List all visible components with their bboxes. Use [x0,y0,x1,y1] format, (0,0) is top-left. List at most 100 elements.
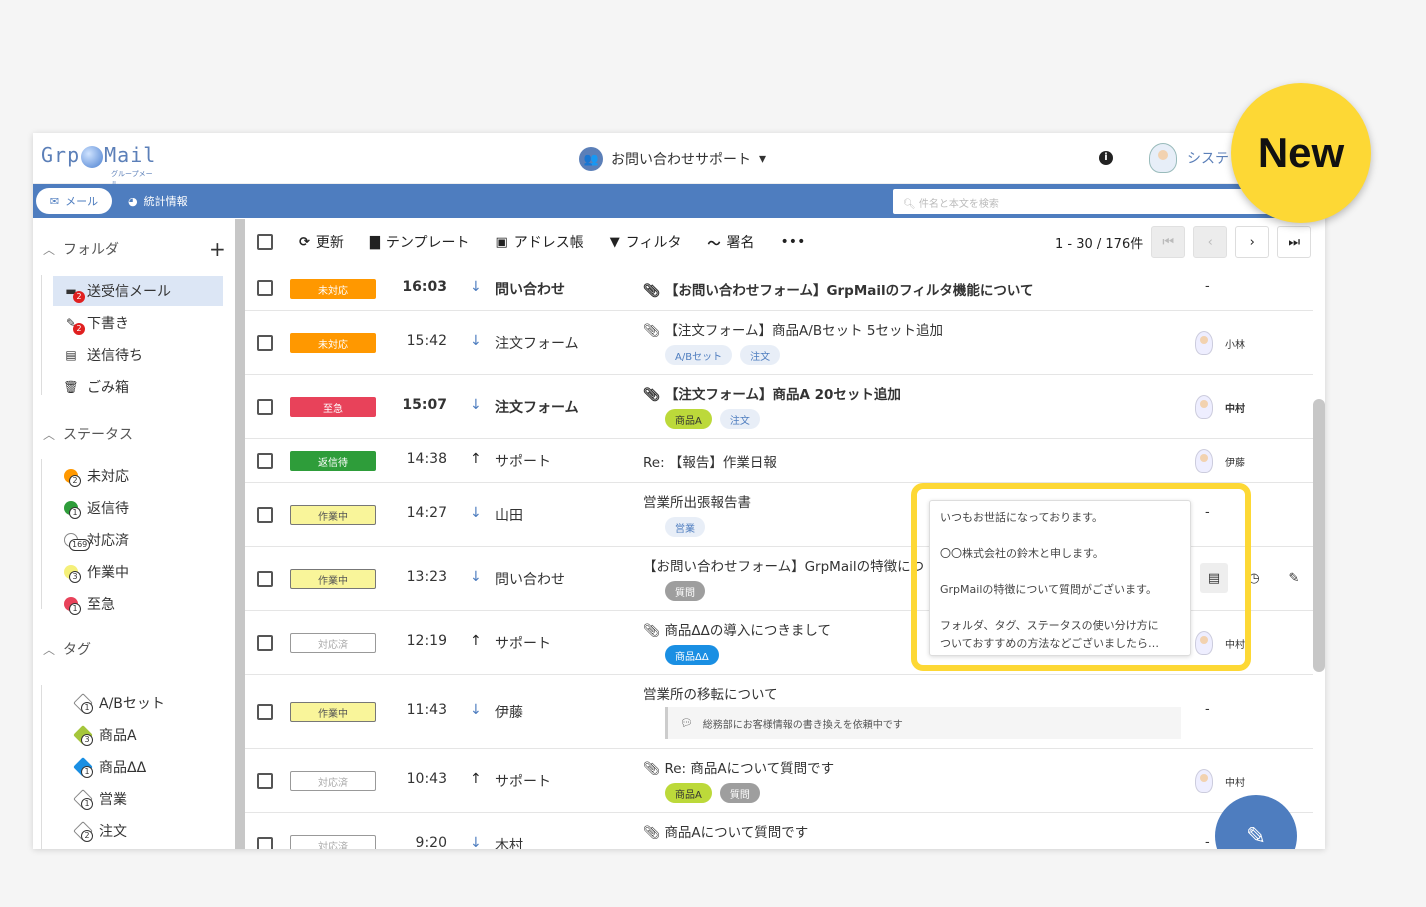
sidebar-item-status-urgent[interactable]: 1 至急 [53,589,223,619]
sender: 注文フォーム [495,336,579,352]
subject: 📎︎ Re: 商品Aについて質問です [643,761,835,777]
sidebar-item-tag-order[interactable]: 2 注文 [65,816,235,846]
tag-chip[interactable]: 営業 [665,517,705,537]
status-badge[interactable]: 対応済 [290,633,376,653]
received-time: 15:07 [402,397,447,413]
avatar [1195,769,1213,793]
tab-mail[interactable]: ✉ メール [36,188,112,214]
sidebar-item-inbox[interactable]: ▬ 2 送受信メール [53,276,223,306]
list-scrollbar[interactable] [1313,399,1325,672]
row-checkbox[interactable] [257,571,273,587]
sidebar-item-status-done[interactable]: 169 対応済 [53,525,223,555]
sidebar-scrollbar[interactable] [235,219,245,849]
status-badge[interactable]: 未対応 [290,279,376,299]
edit-icon[interactable]: ✎ [1280,563,1308,593]
next-page-button[interactable]: › [1235,226,1270,258]
tab-stats[interactable]: ◕ 統計情報 [128,193,188,209]
tag-chip[interactable]: 注文 [740,345,781,365]
sidebar-item-tag-abset[interactable]: 1 A/Bセット [65,688,235,718]
user-menu[interactable]: システ [1149,143,1229,173]
received-time: 14:27 [406,505,447,521]
direction-icon: ↓ [470,397,482,413]
address-book-button[interactable]: ▣ アドレス帳 [496,232,584,252]
select-all-checkbox[interactable] [257,234,273,250]
folders-section-header[interactable]: ︿ フォルダ [43,239,119,259]
last-page-button[interactable]: ⏭ [1277,226,1312,258]
status-badge[interactable]: 返信待 [290,451,376,471]
table-row[interactable]: 作業中 11:43 ↓ 伊藤 営業所の移転について 💬︎ 総務部にお客様情報の書き… [245,675,1313,749]
subject: 📎︎ 【注文フォーム】商品A 20セット追加 [643,387,901,403]
preview-line: いつもお世話になっております。 [940,511,1104,524]
signature-button[interactable]: 〜署名 [708,232,755,252]
divider [41,275,42,395]
tags-section-header[interactable]: ︿ タグ [43,639,91,659]
avatar [1195,449,1213,473]
status-badge[interactable]: 作業中 [290,505,376,525]
template-button[interactable]: ▇ テンプレート [370,232,470,252]
team-selector[interactable]: 👥 お問い合わせサポート ▾ [579,147,766,171]
filter-button[interactable]: ▼ フィルタ [610,232,682,252]
sidebar-item-drafts[interactable]: ✎ 2 下書き [53,308,223,338]
add-folder-button[interactable]: + [209,237,226,261]
sidebar-item-status-working[interactable]: 3 作業中 [53,557,223,587]
attachment-icon: 📎︎ [643,323,665,339]
sender: サポート [495,636,551,652]
table-row[interactable]: 対応済 9:20 ↓ 木村 📎︎ 商品Aについて質問です - [245,813,1313,849]
sidebar-item-status-awaiting[interactable]: 1 返信待 [53,493,223,523]
info-icon[interactable]: i [1099,151,1113,165]
table-row[interactable]: 至急 15:07 ↓ 注文フォーム 📎︎ 【注文フォーム】商品A 20セット追加… [245,375,1313,439]
table-row[interactable]: 未対応 16:03 ↓ 問い合わせ 📎︎ 【お問い合わせフォーム】GrpMail… [245,265,1313,311]
refresh-button[interactable]: ⟳ 更新 [299,232,344,252]
tag-chip[interactable]: 商品A [665,409,712,429]
sidebar-item-trash[interactable]: 🗑︎ ごみ箱 [53,372,223,402]
table-row[interactable]: 対応済 10:43 ↑ サポート 📎︎ Re: 商品Aについて質問です 商品A 質… [245,749,1313,813]
pencil-icon: ✎ [1245,822,1267,849]
received-time: 9:20 [415,835,447,849]
sidebar-item-outbox[interactable]: ▤ 送信待ち [53,340,223,370]
more-button[interactable]: ••• [781,234,806,250]
sidebar-item-tag-sales[interactable]: 1 営業 [65,784,235,814]
direction-icon: ↓ [470,569,482,585]
row-checkbox[interactable] [257,335,273,351]
status-badge[interactable]: 作業中 [290,702,376,722]
sidebar-item-status-unhandled[interactable]: 2 未対応 [53,461,223,491]
row-checkbox[interactable] [257,704,273,720]
status-badge[interactable]: 未対応 [290,333,376,353]
app-logo[interactable]: GrpMailグループメール [41,143,156,188]
signature-icon: 〜 [707,236,721,252]
subject: 営業所の移転について [643,687,778,703]
sender: サポート [495,454,551,470]
status-badge[interactable]: 至急 [290,397,376,417]
first-page-button[interactable]: ⏮ [1151,226,1186,258]
row-checkbox[interactable] [257,635,273,651]
sidebar-item-tag-product-a[interactable]: 3 商品A [65,720,235,750]
top-bar: GrpMailグループメール 👥お問い合わせサポート▾ i システ [33,133,1325,188]
page-range: 1 - 30 / 176件 [1055,236,1144,252]
assignee: 中村 [1225,403,1245,415]
table-row[interactable]: 返信待 14:38 ↑ サポート Re: 【報告】作業日報 伊藤 [245,439,1313,483]
tag-chip[interactable]: 商品A [665,783,712,803]
preview-line: GrpMailの特徴について質問がございます。 [940,583,1157,596]
row-checkbox[interactable] [257,507,273,523]
chevron-down-icon: ▾ [759,151,767,167]
status-badge[interactable]: 対応済 [290,835,376,849]
sidebar-item-tag-product-dd[interactable]: 1 商品ΔΔ [65,752,235,782]
tag-chip[interactable]: 注文 [719,409,760,429]
filter-icon: ▼ [609,234,620,250]
tag-chip[interactable]: 質問 [665,581,705,601]
prev-page-button[interactable]: ‹ [1193,226,1228,258]
tag-chip[interactable]: 質問 [719,783,760,803]
row-checkbox[interactable] [257,773,273,789]
sender: サポート [495,774,551,790]
table-row[interactable]: 未対応 15:42 ↓ 注文フォーム 📎︎ 【注文フォーム】商品A/Bセット 5… [245,311,1313,375]
row-checkbox[interactable] [257,399,273,415]
row-checkbox[interactable] [257,837,273,849]
row-checkbox[interactable] [257,280,273,296]
row-checkbox[interactable] [257,453,273,469]
tag-chip[interactable]: A/Bセット [665,345,733,365]
tag-chip[interactable]: 商品ΔΔ [665,645,719,665]
status-badge[interactable]: 対応済 [290,771,376,791]
globe-icon [81,145,104,168]
status-section-header[interactable]: ︿ ステータス [43,424,133,444]
status-badge[interactable]: 作業中 [290,569,376,589]
